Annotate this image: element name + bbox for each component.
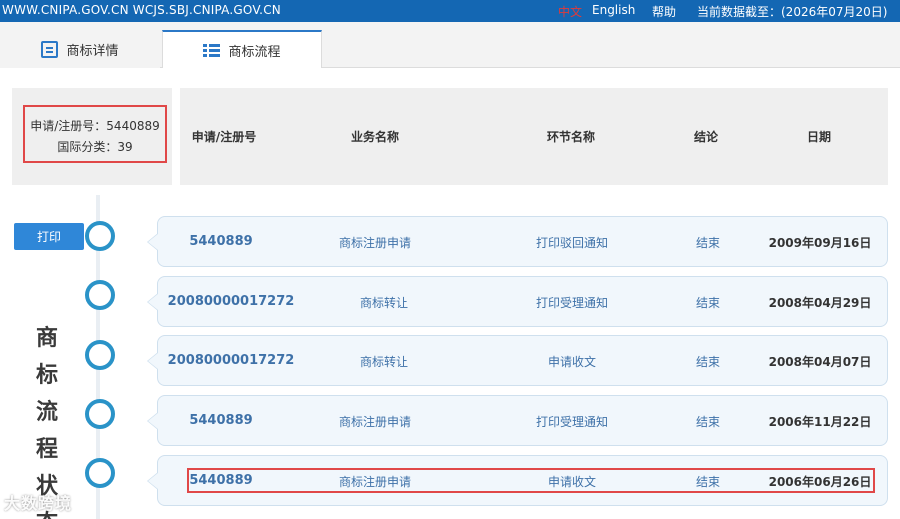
row-business: 商标转让 (359, 296, 409, 310)
row-reg[interactable]: 5440889 (189, 234, 252, 249)
timeline-node (85, 340, 115, 370)
row-date: 2008年04月29日 (768, 296, 872, 310)
row-node: 打印驳回通知 (535, 236, 609, 250)
timeline-node (85, 280, 115, 310)
intl-class: 国际分类：39 (57, 140, 133, 154)
data-as-of: 当前数据截至：(2026年07月20日) (697, 5, 888, 19)
row-highlight-box (187, 468, 875, 493)
row-reg[interactable]: 20080000017272 (168, 294, 295, 309)
row-result: 结束 (695, 355, 721, 369)
list-icon (203, 42, 221, 59)
table-row: 5440889 商标注册申请 打印受理通知 结束 2006年11月22日 (147, 395, 888, 446)
row-node: 打印受理通知 (535, 415, 609, 429)
table-header (180, 88, 888, 185)
table-row: 20080000017272 商标转让 打印受理通知 结束 2008年04月29… (147, 276, 888, 327)
row-node: 申请收文 (547, 355, 597, 369)
timeline-node (85, 458, 115, 488)
row-result: 结束 (695, 415, 721, 429)
col-header-node: 环节名称 (546, 130, 596, 144)
tab-label: 商标流程 (228, 44, 281, 60)
table-row: 5440889 商标注册申请 打印驳回通知 结束 2009年09月16日 (147, 216, 888, 267)
watermark: 大数跨境 (4, 494, 73, 513)
timeline-node (85, 399, 115, 429)
row-business: 商标注册申请 (338, 415, 412, 429)
row-reg[interactable]: 5440889 (189, 413, 252, 428)
tab-trademark-process[interactable]: 商标流程 (162, 30, 322, 68)
table-row: 20080000017272 商标转让 申请收文 结束 2008年04月07日 (147, 335, 888, 386)
row-business: 商标注册申请 (338, 236, 412, 250)
row-result: 结束 (695, 236, 721, 250)
row-node: 打印受理通知 (535, 296, 609, 310)
row-result: 结束 (695, 296, 721, 310)
col-header-result: 结论 (693, 130, 719, 144)
tab-bar: 商标详情 商标流程 (0, 22, 900, 68)
lang-english-link[interactable]: English (592, 3, 635, 17)
lang-chinese-link[interactable]: 中文 (558, 3, 582, 20)
trademark-info-box: 申请/注册号：5440889 国际分类：39 (23, 105, 167, 163)
row-business: 商标转让 (359, 355, 409, 369)
row-date: 2009年09月16日 (768, 236, 872, 250)
row-date: 2006年11月22日 (768, 415, 872, 429)
row-date: 2008年04月07日 (768, 355, 872, 369)
col-header-reg: 申请/注册号 (191, 130, 257, 144)
help-link[interactable]: 帮助 (652, 3, 676, 20)
col-header-date: 日期 (806, 130, 832, 144)
tab-label: 商标详情 (66, 43, 119, 59)
tab-trademark-detail[interactable]: 商标详情 (0, 30, 160, 68)
reg-number: 申请/注册号：5440889 (30, 119, 160, 133)
row-reg[interactable]: 20080000017272 (168, 353, 295, 368)
site-links[interactable]: WWW.CNIPA.GOV.CN WCJS.SBJ.CNIPA.GOV.CN (2, 3, 281, 17)
col-header-business: 业务名称 (350, 130, 400, 144)
document-icon (41, 40, 59, 58)
top-bar: WWW.CNIPA.GOV.CN WCJS.SBJ.CNIPA.GOV.CN 中… (0, 0, 900, 22)
timeline-node (85, 221, 115, 251)
print-button[interactable]: 打印 (14, 223, 84, 250)
